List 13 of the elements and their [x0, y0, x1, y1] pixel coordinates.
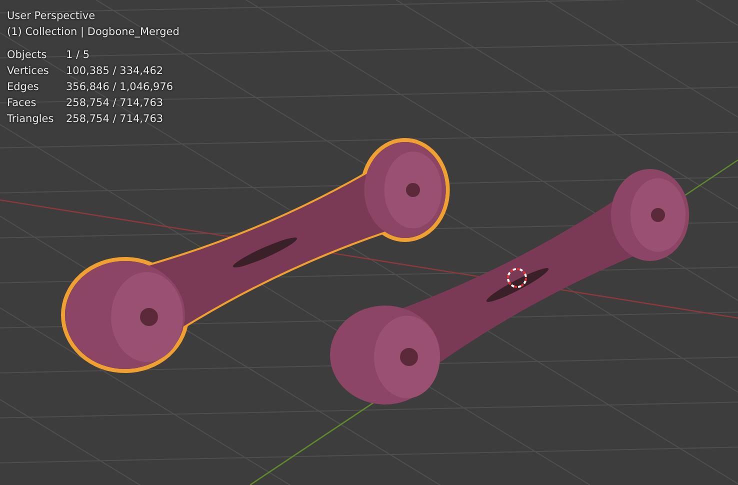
stat-value: 1 / 5	[66, 48, 91, 63]
view-name: User Perspective	[7, 9, 96, 24]
stat-label: Triangles	[7, 112, 55, 127]
stat-value: 356,846 / 1,046,976	[66, 80, 174, 95]
stat-label: Faces	[7, 96, 38, 111]
stat-value: 258,754 / 714,763	[66, 112, 164, 127]
stat-value: 100,385 / 334,462	[66, 64, 164, 79]
stat-value: 258,754 / 714,763	[66, 96, 164, 111]
stat-label: Objects	[7, 48, 48, 63]
3d-cursor-icon	[507, 268, 527, 288]
collection-label: (1) Collection | Dogbone_Merged	[7, 25, 180, 40]
stat-label: Edges	[7, 80, 40, 95]
stat-label: Vertices	[7, 64, 50, 79]
